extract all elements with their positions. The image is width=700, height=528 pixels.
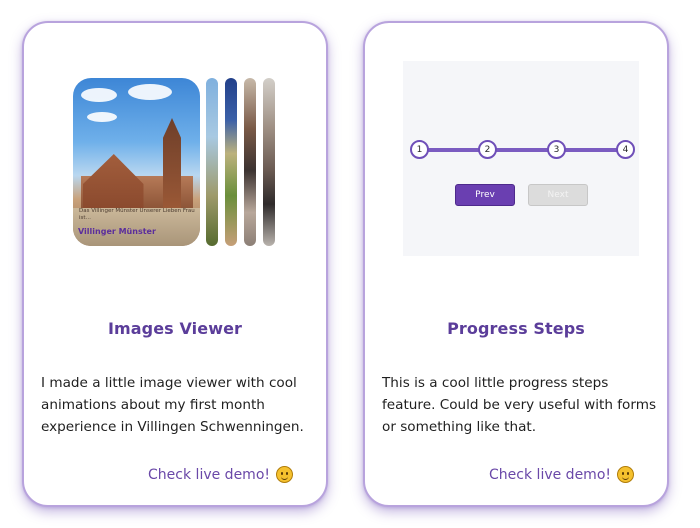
image-viewer-preview: Das Villinger Münster Unserer Lieben Fra… — [73, 78, 278, 248]
prev-button[interactable]: Prev — [455, 184, 515, 206]
card-description: This is a cool little progress steps fea… — [382, 375, 657, 435]
image-panel-collapsed[interactable] — [263, 78, 275, 246]
step-circle-1: 1 — [410, 140, 429, 159]
progress-steps-preview: 1 2 3 4 Prev Next — [403, 61, 639, 256]
step-circle-3: 3 — [547, 140, 566, 159]
project-card-images-viewer: Das Villinger Münster Unserer Lieben Fra… — [22, 21, 328, 507]
step-circle-4: 4 — [616, 140, 635, 159]
image-panel-collapsed[interactable] — [244, 78, 256, 246]
project-card-progress-steps: 1 2 3 4 Prev Next Progress Steps This is… — [363, 21, 669, 507]
step-circle-2: 2 — [478, 140, 497, 159]
card-title: Progress Steps — [447, 319, 585, 338]
live-demo-link-label: Check live demo! — [489, 466, 611, 483]
live-demo-link[interactable]: Check live demo! — [148, 466, 293, 483]
progress-track — [419, 148, 625, 152]
live-demo-link-label: Check live demo! — [148, 466, 270, 483]
smiley-icon — [617, 466, 634, 483]
next-button[interactable]: Next — [528, 184, 588, 206]
image-panel-expanded[interactable]: Das Villinger Münster Unserer Lieben Fra… — [73, 78, 200, 246]
image-panel-collapsed[interactable] — [225, 78, 237, 246]
image-caption-text: Das Villinger Münster Unserer Lieben Fra… — [79, 208, 195, 221]
image-caption-title: Villinger Münster — [78, 227, 156, 236]
live-demo-link[interactable]: Check live demo! — [489, 466, 634, 483]
card-description: I made a little image viewer with cool a… — [41, 375, 304, 435]
card-title: Images Viewer — [107, 319, 243, 338]
smiley-icon — [276, 466, 293, 483]
image-panel-collapsed[interactable] — [206, 78, 218, 246]
